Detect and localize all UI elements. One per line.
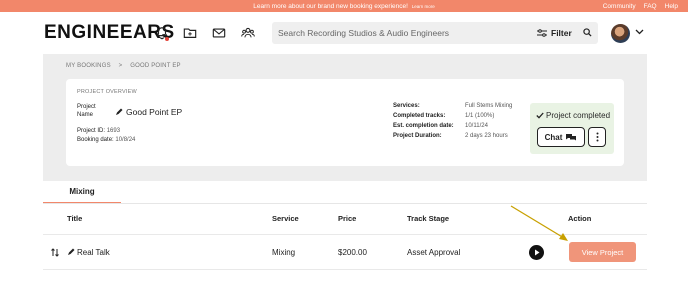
overview-title: PROJECT OVERVIEW bbox=[77, 89, 137, 95]
search-icon[interactable] bbox=[583, 28, 592, 37]
chat-label: Chat bbox=[544, 132, 563, 142]
project-id: Project ID: 1693 bbox=[77, 128, 120, 134]
duration-value: 2 days 23 hours bbox=[465, 133, 508, 139]
banner-message-text: Learn more about our brand new booking e… bbox=[253, 2, 408, 10]
chat-bubbles-icon bbox=[566, 133, 577, 140]
breadcrumb: MY BOOKINGS > GOOD POINT EP bbox=[66, 63, 187, 69]
booking-date-label: Booking date: bbox=[77, 137, 114, 143]
duration-label: Project Duration: bbox=[393, 133, 442, 139]
chevron-down-icon[interactable] bbox=[635, 29, 644, 35]
more-options-button[interactable] bbox=[588, 127, 606, 147]
row-price: $200.00 bbox=[338, 248, 367, 257]
status-badge: Project completed bbox=[536, 111, 610, 120]
completed-tracks-label: Completed tracks: bbox=[393, 113, 446, 119]
announcement-banner: Learn more about our brand new booking e… bbox=[0, 0, 688, 12]
play-icon bbox=[534, 249, 539, 256]
project-name-value: Good Point EP bbox=[126, 107, 183, 117]
completed-tracks-value: 1/1 (100%) bbox=[465, 113, 495, 119]
community-link[interactable]: Community bbox=[603, 3, 636, 10]
table-divider bbox=[43, 234, 647, 235]
pencil-icon[interactable] bbox=[67, 248, 75, 256]
services-label: Services: bbox=[393, 103, 420, 109]
breadcrumb-current: GOOD POINT EP bbox=[130, 63, 181, 69]
header-price: Price bbox=[338, 214, 357, 223]
sort-arrows-icon[interactable] bbox=[51, 248, 59, 257]
pencil-icon[interactable] bbox=[115, 108, 123, 116]
tab-divider bbox=[43, 203, 647, 204]
row-title: Real Talk bbox=[77, 248, 110, 257]
project-id-value: 1693 bbox=[106, 128, 121, 134]
play-button[interactable] bbox=[529, 245, 544, 260]
learn-more-link[interactable]: Learn more bbox=[412, 4, 435, 9]
more-vertical-icon bbox=[596, 132, 598, 142]
table-bottom-divider bbox=[43, 269, 647, 270]
project-id-label: Project ID: bbox=[77, 128, 106, 134]
notification-dot bbox=[165, 37, 169, 41]
status-text: Project completed bbox=[546, 111, 611, 120]
mail-icon[interactable] bbox=[212, 26, 226, 40]
view-project-button[interactable]: View Project bbox=[569, 242, 636, 262]
est-completion-value: 10/11/24 bbox=[465, 123, 488, 129]
search-bar[interactable]: Search Recording Studios & Audio Enginee… bbox=[272, 22, 598, 44]
filter-button[interactable]: Filter bbox=[537, 28, 572, 38]
project-name-label: Project Name bbox=[77, 104, 96, 118]
people-icon[interactable] bbox=[241, 26, 255, 40]
avatar[interactable] bbox=[611, 24, 630, 43]
chat-button[interactable]: Chat bbox=[537, 127, 585, 147]
banner-message[interactable]: Learn more about our brand new booking e… bbox=[0, 3, 688, 10]
header-service: Service bbox=[272, 214, 299, 223]
top-header: ENGINEEARS Search Recording Studios & Au… bbox=[0, 12, 688, 54]
tab-mixing[interactable]: Mixing bbox=[43, 181, 121, 204]
checkmark-icon bbox=[536, 112, 544, 119]
booking-date-value: 10/8/24 bbox=[115, 137, 136, 143]
breadcrumb-my-bookings[interactable]: MY BOOKINGS bbox=[66, 63, 111, 69]
breadcrumb-separator: > bbox=[118, 63, 123, 69]
project-name: Good Point EP bbox=[115, 107, 182, 117]
sliders-icon bbox=[537, 29, 547, 37]
services-value: Full Stems Mixing bbox=[465, 103, 513, 109]
row-service: Mixing bbox=[272, 248, 296, 257]
booking-date: Booking date: 10/8/24 bbox=[77, 137, 135, 143]
est-completion-label: Est. completion date: bbox=[393, 123, 454, 129]
header-action: Action bbox=[568, 214, 592, 223]
row-track-stage: Asset Approval bbox=[407, 248, 461, 257]
header-track-stage: Track Stage bbox=[407, 214, 450, 223]
filter-label: Filter bbox=[551, 28, 572, 38]
help-link[interactable]: Help bbox=[665, 3, 678, 10]
folder-icon[interactable] bbox=[183, 26, 197, 40]
faq-link[interactable]: FAQ bbox=[644, 3, 657, 10]
header-title: Title bbox=[67, 214, 83, 223]
search-input[interactable]: Search Recording Studios & Audio Enginee… bbox=[278, 28, 449, 38]
